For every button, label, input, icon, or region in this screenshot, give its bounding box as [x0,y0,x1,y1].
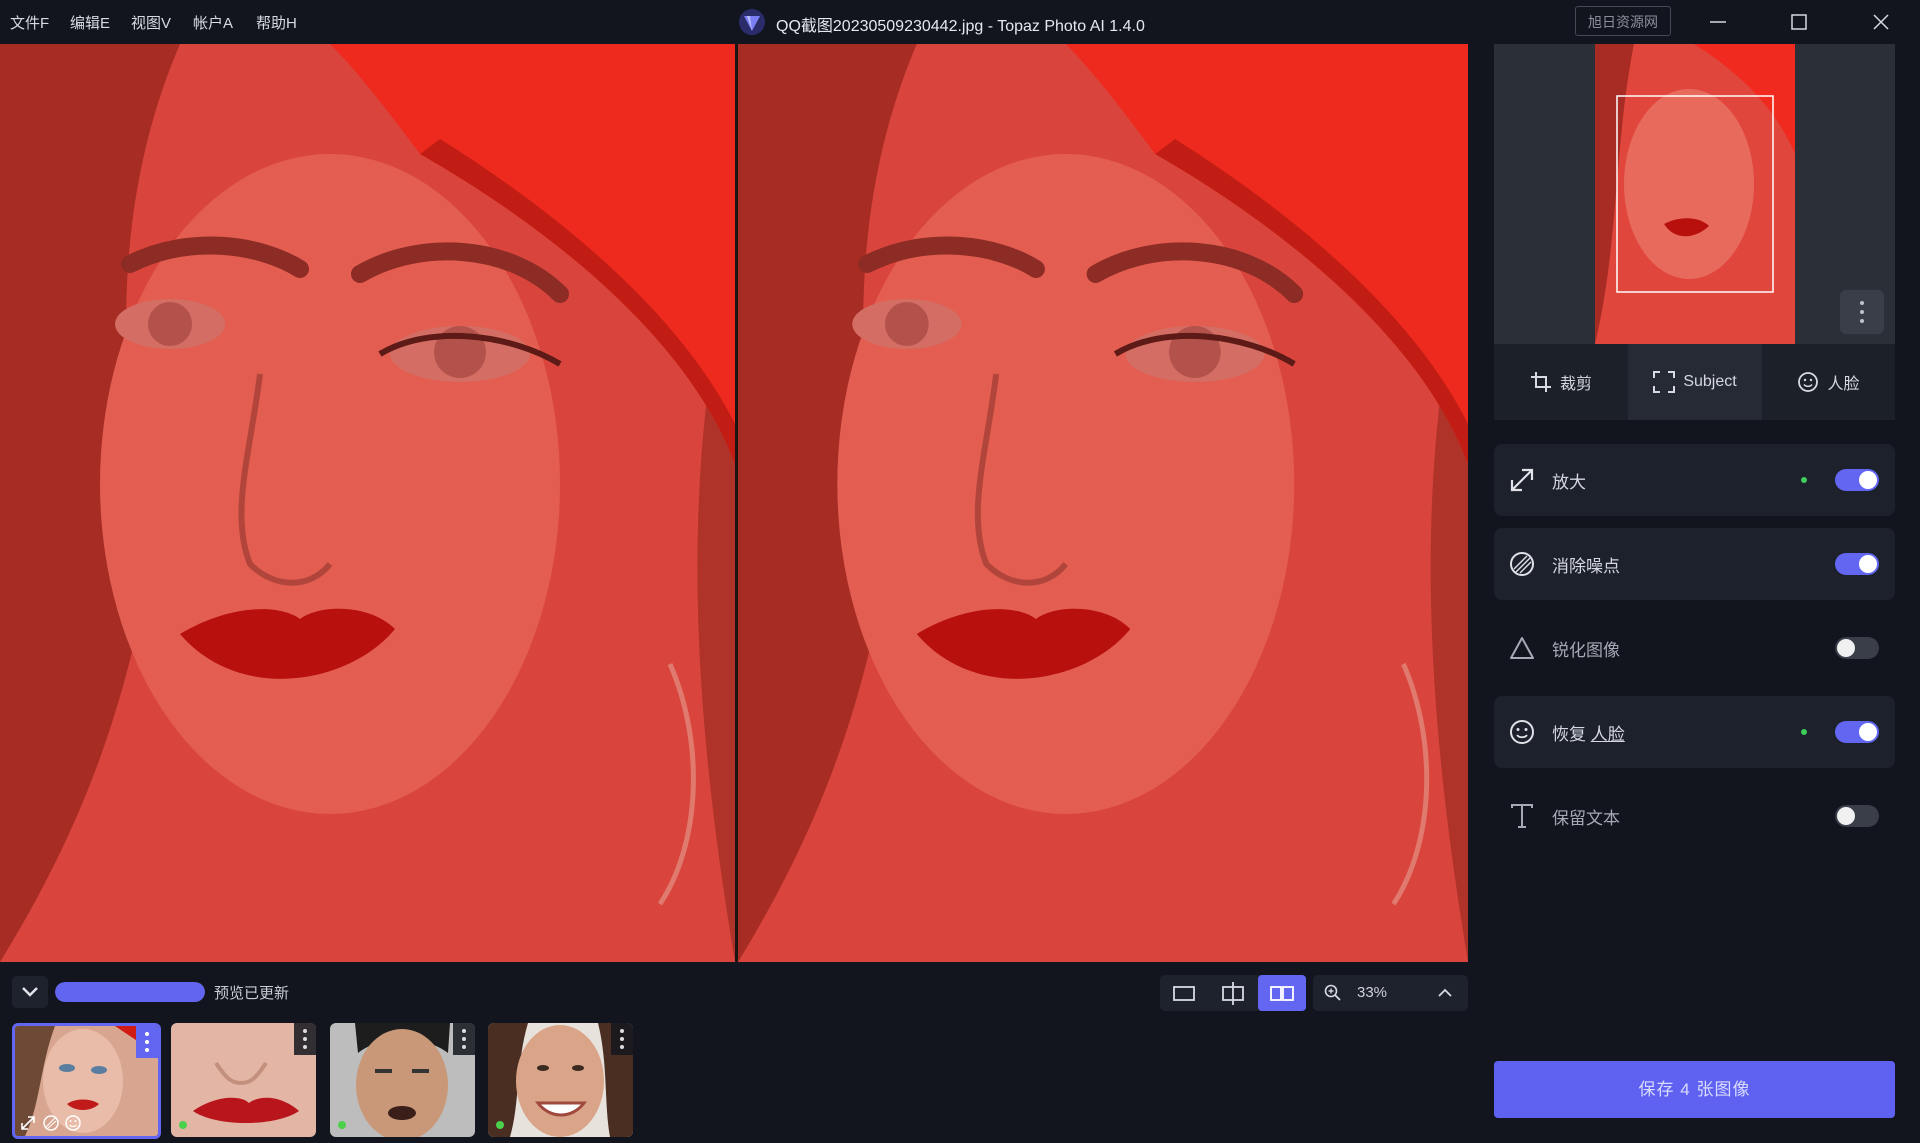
processed-image [738,44,1468,962]
tab-subject-label: Subject [1683,373,1737,390]
thumbnail-menu-button[interactable] [294,1023,316,1055]
face-recovery-toggle[interactable] [1835,721,1879,743]
preview-status: 预览已更新 [214,985,290,1002]
setting-upscale[interactable]: 放大 [1494,444,1895,516]
processed-preview-pane[interactable] [738,44,1468,962]
menu-file[interactable]: 文件F [10,12,49,33]
zoom-control[interactable]: 33% [1313,975,1468,1011]
setting-sharpen[interactable]: 锐化图像 [1494,612,1895,684]
navigator-panel[interactable] [1494,44,1895,344]
split-view-icon [1222,982,1244,1005]
tab-face-label: 人脸 [1827,376,1860,393]
view-mode-group [1160,975,1306,1011]
setting-label: 锐化图像 [1552,641,1620,660]
single-view-button[interactable] [1160,975,1208,1011]
more-vertical-icon [1860,301,1864,323]
preserve-text-toggle[interactable] [1835,805,1879,827]
toggle-knob [1837,639,1855,657]
save-images-button[interactable]: 保存 4 张图像 [1494,1061,1895,1118]
processing-status-dot [179,1121,187,1129]
menu-edit[interactable]: 编辑E [70,12,110,33]
tool-tabs: 裁剪 Subject 人脸 [1494,344,1895,420]
upscale-toggle[interactable] [1835,469,1879,491]
collapse-filmstrip-button[interactable] [12,976,48,1008]
topaz-logo-icon [739,9,765,35]
side-by-side-button[interactable] [1258,975,1306,1011]
minimize-icon [1710,21,1726,23]
tab-crop[interactable]: 裁剪 [1494,344,1628,420]
toggle-knob [1859,555,1877,573]
thumbnail-lips-closeup[interactable] [171,1023,316,1137]
side-by-side-icon [1270,986,1294,1001]
tab-face[interactable]: 人脸 [1762,344,1895,420]
chevron-down-icon [22,987,38,997]
tab-crop-label: 裁剪 [1559,376,1592,393]
thumbnail-menu-button[interactable] [453,1023,475,1055]
close-button[interactable] [1851,4,1911,40]
toggle-knob [1859,723,1877,741]
preview-progress-fill [55,982,205,1002]
maximize-icon [1791,14,1807,30]
preview-progress-bar [55,982,205,1002]
setting-preserve-text[interactable]: 保留文本 [1494,780,1895,852]
chevron-up-icon[interactable] [1435,983,1455,1003]
tab-subject[interactable]: Subject [1628,344,1762,420]
setting-label: 保留文本 [1552,809,1620,828]
sharpen-toggle[interactable] [1835,637,1879,659]
setting-label: 恢复 人脸 [1552,720,1625,745]
upscale-icon [1510,468,1534,492]
denoise-toggle[interactable] [1835,553,1879,575]
toggle-knob [1837,807,1855,825]
setting-face-recovery[interactable]: 恢复 人脸 [1494,696,1895,768]
status-dot [1801,729,1807,735]
minimize-button[interactable] [1687,4,1747,40]
processing-status-dot [496,1121,504,1129]
denoise-icon [1510,552,1534,576]
menu-help[interactable]: 帮助H [256,12,297,33]
thumbnail-smiling-woman[interactable] [488,1023,633,1137]
more-vertical-icon [620,1029,624,1049]
crop-icon [1530,372,1551,392]
more-vertical-icon [303,1029,307,1049]
face-icon [65,1115,81,1131]
processing-status-dot [338,1121,346,1129]
thumbnail-badges [21,1115,81,1131]
thumbnail-menu-button[interactable] [611,1023,633,1055]
more-vertical-icon [145,1032,149,1052]
navigator-image [1595,44,1795,344]
face-icon [1798,372,1819,392]
close-icon [1873,14,1889,30]
window-title: QQ截图20230509230442.jpg - Topaz Photo AI … [776,18,1145,35]
upscale-icon [21,1116,35,1130]
maximize-button[interactable] [1769,4,1829,40]
setting-label: 放大 [1552,473,1586,492]
subject-icon [1653,371,1676,393]
status-dot [1801,477,1807,483]
setting-denoise[interactable]: 消除噪点 [1494,528,1895,600]
text-icon [1511,804,1533,828]
sharpen-icon [1510,637,1534,659]
menu-view[interactable]: 视图V [131,12,171,33]
original-image [0,44,735,962]
face-settings-link[interactable]: 人脸 [1591,725,1625,744]
watermark-label: 旭日资源网 [1575,6,1671,36]
title-bar: 文件F 编辑E 视图V 帐户A 帮助H QQ截图20230509230442.j… [0,0,1920,44]
original-preview-pane[interactable] [0,44,735,962]
single-view-icon [1173,986,1195,1001]
toggle-knob [1859,471,1877,489]
thumbnail-menu-button[interactable] [136,1026,158,1058]
split-view-button[interactable] [1209,975,1257,1011]
zoom-icon [1324,984,1341,1001]
more-vertical-icon [462,1029,466,1049]
menu-account[interactable]: 帐户A [193,12,233,33]
face-recovery-icon [1510,720,1534,744]
setting-label-prefix: 恢复 [1552,725,1586,744]
setting-label: 消除噪点 [1552,557,1620,576]
navigator-menu-button[interactable] [1840,290,1884,334]
thumbnail-woman-red-hat[interactable] [12,1023,161,1139]
thumbnail-man-face[interactable] [330,1023,475,1137]
denoise-icon [43,1115,59,1131]
zoom-value: 33% [1357,984,1388,1001]
